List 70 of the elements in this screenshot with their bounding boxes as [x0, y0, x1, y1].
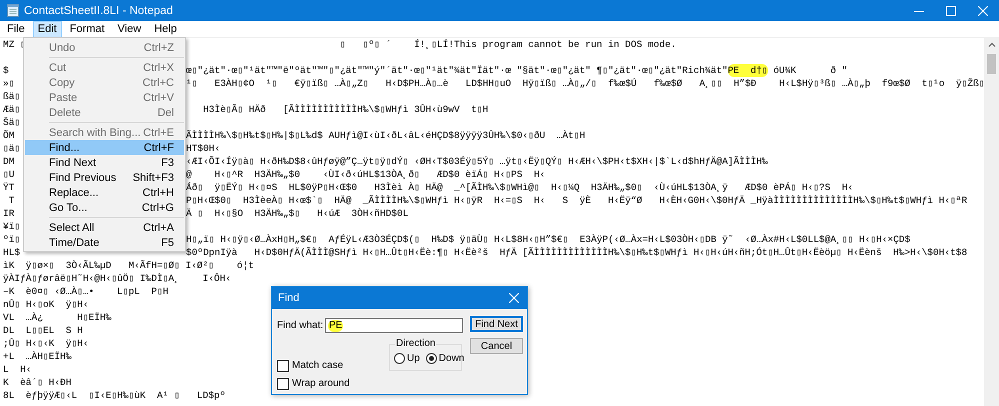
text-line: ‹ÆI‹ÕI‹Íÿ▯à▯ H‹ðH‰D$8‹ûHƒøÿ@”Ç…ÿt▯ÿ▯dÝ▯ ‹ØH‹T$03Éÿ▯5Ý▯ …ÿt▯‹Ëÿ▯QÝ▯ H‹ÆH‹\$PH‹t$XH‹|$`L‹d$hHƒÄ@A]ÃÌÌÌH‰: [186, 155, 768, 168]
text-line: ▯U: [3, 168, 16, 181]
text-line: H▯„ï▯ H‹▯ÿ▯‹Ø…ÀxH▯H„$€▯ AƒÉÿL‹Æ3Ò3ÉÇD$(▯ H‰D$ ÿ▯äÙ▯ H‹L$8H‹▯H”$€▯ E3ÀÿP(‹Ø…Àx=H‹L$03ÒH‹▯DB ÿ˜ ‹Ø…Àx#H‹L$0LL$@A¸▯▯ H‹▯H‹×ÇD$: [186, 233, 910, 246]
text-line: óU¾K ð ": [772, 64, 848, 77]
text-line: P▯H‹Œ$0▯ H3ÌèeÀ▯ H‹œ$`▯ HÄ@ _ÃÌÌÌÌH‰\$▯WHƒì H‹▯ÿR H‹=▯S H‹ S ÿÈ H‹Ëÿ“Ø H‹ÈH‹G0H‹\$0HƒÄ _HÿàÌÌÌÌÌÌÌÌÌÌÌÌÌÌH‰\$▯H‰t$▯WHƒì H‹▯ªR: [186, 194, 968, 207]
text-line: ▯ ▯º▯ ´ Í!¸▯LÍ!This program cannot be run in DOS mode.: [338, 38, 676, 51]
scrollbar[interactable]: [984, 38, 999, 406]
text-line: Ǻð▯ ÿ▯ËÝ▯ H‹▯¤S HL$0ÿP▯H‹Œ$0 H3Ìèì À▯ HÄ@ _^[ÃÌH‰\$▯WHì@▯ H‹▯¼Q H3ÄH‰„$0▯ ‹Ù‹úHL$13ÒA¸ÿ ÆD$0 èPÁ▯ H‹▯?S H‹: [186, 181, 854, 194]
group-label: Direction: [395, 338, 436, 349]
text-line: ßä▯: [3, 90, 20, 103]
text-line: $0ºDpnIÿà H‹D$0HƒÄ(ÃÌÌÌ@SHƒì H‹▯H…Ût▯H‹Ëè:¶▯ H‹Ëè²š HƒÄ [ÃÌÌÌÌÌÌÌÌÌÌÌÌÌH‰\$▯H‰t$▯WHƒì H‹▯H‹úH‹ñH;Ót▯H…Ût▯H‹Ëèöµ▯ H‹Ëènš H‰>H‹\$0H‹t$8: [186, 246, 968, 259]
menu-item[interactable]: Find Next F3: [25, 155, 184, 170]
close-icon: [978, 6, 988, 16]
menu-item[interactable]: Find... Ctrl+F: [25, 140, 184, 155]
text-line: L H‹: [3, 363, 32, 376]
scroll-thumb[interactable]: [987, 54, 996, 74]
menu-item[interactable]: Edit: [32, 20, 62, 38]
menu-item[interactable]: Time/Date F5: [25, 235, 184, 250]
text-line: ºï▯: [3, 233, 22, 246]
menu-item[interactable]: Format: [64, 20, 110, 38]
text-line: @ H‹▯^R H3ÄH‰„$0 ‹ÙI‹ð‹úHL$13ÒA¸ð▯ ÆD$0 èïÁ▯ H‹▯PS H‹: [186, 168, 546, 181]
text-line: ¥ï▯: [3, 220, 20, 233]
text-line: $: [3, 64, 10, 77]
text-line: DL L▯▯EL S H: [3, 324, 83, 337]
field-label: Find what:: [277, 320, 324, 331]
text-line: ;Û▯ H‹▯‹K ÿ▯H‹: [3, 337, 89, 350]
close-icon: [509, 293, 519, 303]
text-line: Æä▯: [3, 103, 22, 116]
text-line: HL$: [3, 246, 22, 259]
text-line: HT$0H‹: [186, 142, 220, 155]
menu-item[interactable]: File: [2, 20, 30, 38]
window-title: ContactSheetII.8LI - Notepad: [24, 4, 173, 16]
text-line: –K è0¤▯ ‹Ø…À▯…• L▯pL P▯H: [3, 285, 168, 298]
menu-item[interactable]: Find Previous Shift+F3: [25, 170, 184, 185]
text-line: œ▯"¿ät"·œ▯"¹ät"™"ë"ºät"™"▯"¿ät"™"ý"´ät"·œ▯"¹ät"¾ät"Ïät"·œ "§ät"·œ▯"¿ät" ¶▯"¿ät"·œ▯"¿ät"Rich¾ät": [186, 64, 728, 77]
menu-item[interactable]: Select All Ctrl+A: [25, 220, 184, 235]
radio-button[interactable]: Up: [394, 353, 420, 364]
text-line: ŸT: [3, 181, 16, 194]
find-field[interactable]: PE: [325, 318, 463, 333]
text-line: Ä ▯ H‹▯§O H3ÄH‰„$▯ H‹úÆ 3ÒH‹ñHD$0L: [186, 207, 408, 220]
menu-item[interactable]: Go To... Ctrl+G: [25, 200, 184, 215]
text-line: ìK ÿ▯ø×▯ 3Ò‹ÃL‰µD M‹ÃfH=▯Ø▯ I‹Ø²▯ ó¦t: [3, 259, 254, 272]
maximize-icon: [946, 6, 956, 16]
dialog-button[interactable]: Cancel: [470, 338, 523, 354]
dialog-title: Find: [278, 292, 300, 304]
text-line: +L …ÀH▯EÏH‰: [3, 350, 72, 363]
text-line: T: [8, 194, 16, 207]
text-line: H3Ìè▯Ã▯ HÄð [ÃÌÌÌÌÌÌÌÌÌÌÌH‰\$▯WHƒì 3ÛH‹ù9wV t▯H: [202, 103, 488, 116]
checkbox[interactable]: Match case: [277, 359, 350, 372]
radio-button[interactable]: Down: [426, 353, 464, 364]
highlighted-text: PE d†▯: [728, 64, 768, 77]
text-line: ÿÀIƒÀ▯ƒørâë▯H˜H‹@H‹▯ûÖ▯ I‰DÌ▯A¸ I‹ÔH‹: [3, 272, 232, 285]
text-line: DM: [3, 155, 16, 168]
notepad-icon: [7, 4, 19, 17]
text-line: VL …À¿ H▯EÏH‰: [3, 311, 112, 324]
text-line: »▯: [3, 77, 16, 90]
text-line: Šä▯: [3, 116, 20, 129]
text-line: K èâ´▯ H‹ÐH: [3, 376, 72, 389]
menu-item[interactable]: Help: [149, 20, 182, 38]
text-line: ÃÌÌÌÌH‰\$▯H‰t$▯H‰|$▯L‰d$ AUHƒì@I‹ùI‹ðL‹âL‹éHÇD$8ÿÿÿÿ3ÛH‰\$0‹▯ðU …Àt▯H: [186, 129, 586, 142]
text-line: ▯ä▯: [3, 142, 22, 155]
dialog-button[interactable]: Find Next: [470, 316, 523, 332]
text-line: 8L èƒþÿÿÆ▯‹L ▯I‹E▯H‰▯ùK A¹ ▯ LD$pº: [3, 389, 226, 402]
menu-item[interactable]: Replace... Ctrl+H: [25, 185, 184, 200]
text-line: ¹▯ E3ÀH▯¢O ¹▯ €ÿ▯ïß▯ …À▯„Z▯ H‹D$PH…À▯…è LD$HH▯uO Hÿ▯ïß▯ …À▯„/▯ f‰œ$Ú f‰œ$Ø A¸▯▯ H”$Ð H‹L$Hÿ▯³ß▯ …À▯„þ f9œ$Ø t▯¹o ÿ▯Žß▯: [186, 77, 984, 90]
menu-item[interactable]: View: [112, 20, 146, 38]
text-line: IR: [3, 207, 16, 220]
text-line: ÕM: [3, 129, 16, 142]
checkbox[interactable]: Wrap around: [277, 377, 350, 390]
text-line: nÛ▯ H‹▯oK ÿ▯H‹: [3, 298, 89, 311]
